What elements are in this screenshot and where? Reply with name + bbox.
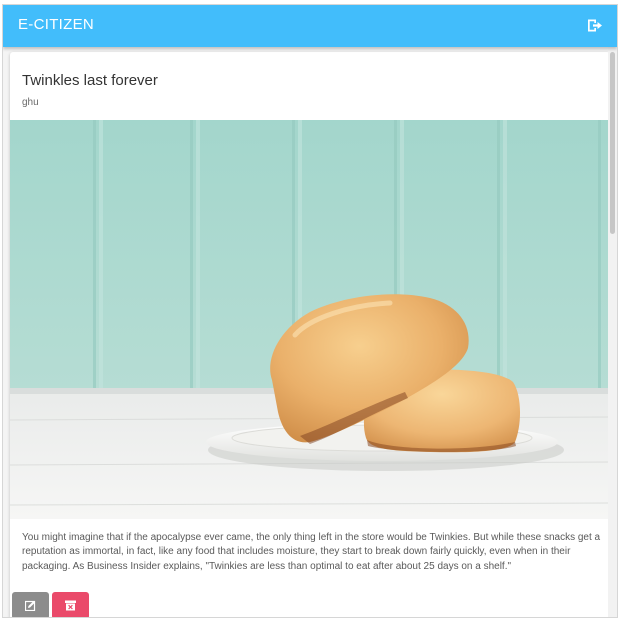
- logout-icon[interactable]: [587, 18, 603, 33]
- app-bar: E-CITIZEN: [3, 5, 617, 47]
- scrollbar-thumb[interactable]: [610, 52, 615, 234]
- edit-button[interactable]: [12, 592, 49, 617]
- post-card: Twinkles last forever ghu You might imag…: [10, 52, 610, 617]
- content-area: Twinkles last forever ghu You might imag…: [3, 47, 610, 617]
- app-title: E-CITIZEN: [18, 16, 95, 33]
- post-image: [10, 120, 610, 519]
- post-body: You might imagine that if the apocalypse…: [22, 532, 601, 572]
- archive-delete-icon: [65, 600, 76, 611]
- app-window: E-CITIZEN Twinkles last forever ghu You …: [2, 4, 618, 618]
- delete-button[interactable]: [52, 592, 89, 617]
- post-author: ghu: [22, 97, 39, 108]
- scrollbar[interactable]: [608, 47, 617, 617]
- edit-icon: [25, 600, 36, 611]
- post-title: Twinkles last forever: [22, 72, 158, 89]
